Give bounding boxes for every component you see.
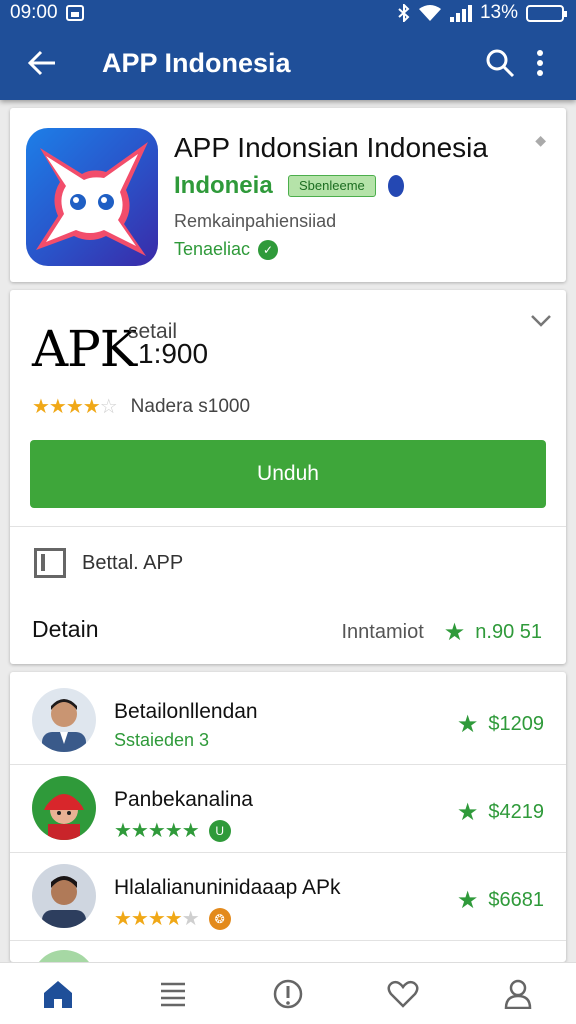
home-icon — [43, 980, 72, 1008]
list-item-score: ★ $4219 — [457, 798, 544, 827]
divider — [10, 940, 566, 941]
signal-icon — [449, 5, 472, 22]
diamond-icon: ◆ — [535, 132, 546, 148]
category-tag: Sbenleeme — [288, 175, 376, 197]
rating-row: ★★★★☆ Nadera s1000 — [32, 394, 250, 419]
more-vert-icon — [537, 50, 543, 76]
list-item[interactable]: Hlalalianuninidaaap APk ★★★★★ ❂ ★ $6681 — [10, 852, 566, 940]
list-item-rating: ★★★★★ U — [114, 818, 231, 843]
apk-detail-card: APK setail 1:900 ★★★★☆ Nadera s1000 Undu… — [10, 290, 566, 664]
status-time: 09:00 — [10, 2, 58, 23]
rating-stars: ★★★★☆ — [32, 396, 118, 418]
app-name: APP Indonsian Indonesia — [174, 132, 488, 163]
red-hat-avatar — [32, 776, 96, 840]
detail-app-row[interactable]: Bettal. APP — [34, 548, 183, 578]
list-item[interactable]: Betailonllendan Sstaieden 3 ★ $1209 — [10, 676, 566, 764]
list-item-score: ★ $1209 — [457, 710, 544, 739]
man-avatar — [32, 864, 96, 928]
wifi-icon — [418, 5, 441, 21]
rating-stars: ★★★★★ — [114, 820, 200, 842]
app-icon[interactable] — [26, 128, 158, 266]
status-bar: 09:00 13% — [0, 0, 576, 26]
list-item-name: Betailonllendan — [114, 700, 258, 723]
reviews-list-card: Betailonllendan Sstaieden 3 ★ $1209 Panb… — [10, 672, 566, 962]
app-status-label: Tenaeliac — [174, 239, 251, 259]
chevron-down-icon — [531, 315, 551, 327]
battery-percent: 13% — [479, 2, 518, 23]
info-icon — [273, 979, 303, 1008]
list-icon — [160, 982, 185, 1006]
back-button[interactable] — [22, 43, 62, 83]
nav-list[interactable] — [143, 969, 203, 1019]
list-item-score-value: $4219 — [488, 801, 544, 823]
person-icon — [505, 979, 532, 1009]
verified-dot-icon — [388, 175, 404, 197]
verified-icon: U — [208, 819, 231, 842]
developer-name[interactable]: Indoneia — [174, 172, 273, 200]
list-item-rating: ★★★★★ ❂ — [114, 906, 231, 931]
app-subtitle: Remkainpahiensiiad — [174, 211, 337, 231]
divider — [10, 526, 566, 527]
nav-info[interactable] — [258, 969, 318, 1019]
detain-right-value: n.90 51 — [475, 621, 542, 643]
apk-value: 1:900 — [138, 338, 209, 369]
detail-app-label: Bettal. APP — [82, 551, 184, 574]
nav-favorites[interactable] — [373, 969, 433, 1019]
bottom-navigation — [0, 962, 576, 1024]
search-icon — [486, 49, 515, 78]
rating-text: Nadera s1000 — [130, 395, 251, 417]
page-title: APP Indonesia — [102, 47, 291, 78]
detain-right-value-wrap: ★ n.90 51 — [444, 618, 542, 647]
bluetooth-icon — [398, 4, 410, 22]
list-item-name: Panbekanalina — [114, 788, 253, 811]
star-icon: ★ — [443, 619, 466, 646]
orange-badge-icon: ❂ — [208, 907, 231, 930]
expand-button[interactable] — [530, 314, 552, 333]
download-button[interactable]: Unduh — [30, 440, 546, 508]
check-icon: ✓ — [258, 239, 279, 260]
list-item-score: ★ $6681 — [457, 886, 544, 915]
rating-stars: ★★★★★ — [114, 908, 200, 930]
list-item-score-value: $1209 — [488, 713, 544, 735]
more-options-button[interactable] — [520, 43, 560, 83]
detain-label: Detain — [32, 616, 99, 642]
apk-label: APK — [32, 320, 137, 378]
document-icon — [34, 548, 66, 578]
star-icon: ★ — [456, 799, 479, 826]
list-item-score-value: $6681 — [488, 889, 544, 911]
nav-home[interactable] — [28, 969, 88, 1019]
app-status: Tenaeliac ✓ — [174, 239, 279, 260]
avatar — [32, 950, 96, 962]
search-button[interactable] — [480, 43, 520, 83]
star-icon: ★ — [456, 887, 479, 914]
arrow-back-icon — [27, 50, 55, 76]
gallery-notification-icon — [65, 5, 84, 21]
app-header-card: APP Indonsian Indonesia ◆ Indoneia Sbenl… — [10, 108, 566, 282]
detain-right-label: Inntamiot — [341, 621, 424, 643]
list-item-name: Hlalalianuninidaaap APk — [114, 876, 341, 899]
heart-icon — [387, 980, 419, 1008]
app-bar: 09:00 13% APP Indonesia — [0, 0, 576, 100]
list-item[interactable]: Panbekanalina ★★★★★ U ★ $4219 — [10, 764, 566, 852]
nav-profile[interactable] — [488, 969, 548, 1019]
man-suit-avatar — [32, 688, 96, 752]
battery-icon — [526, 4, 567, 22]
star-face-logo-icon — [36, 142, 148, 256]
toolbar: APP Indonesia — [0, 26, 576, 100]
list-item-sub: Sstaieden 3 — [114, 730, 210, 750]
star-icon: ★ — [456, 711, 479, 738]
detain-info: Inntamiot ★ n.90 51 — [341, 618, 542, 647]
